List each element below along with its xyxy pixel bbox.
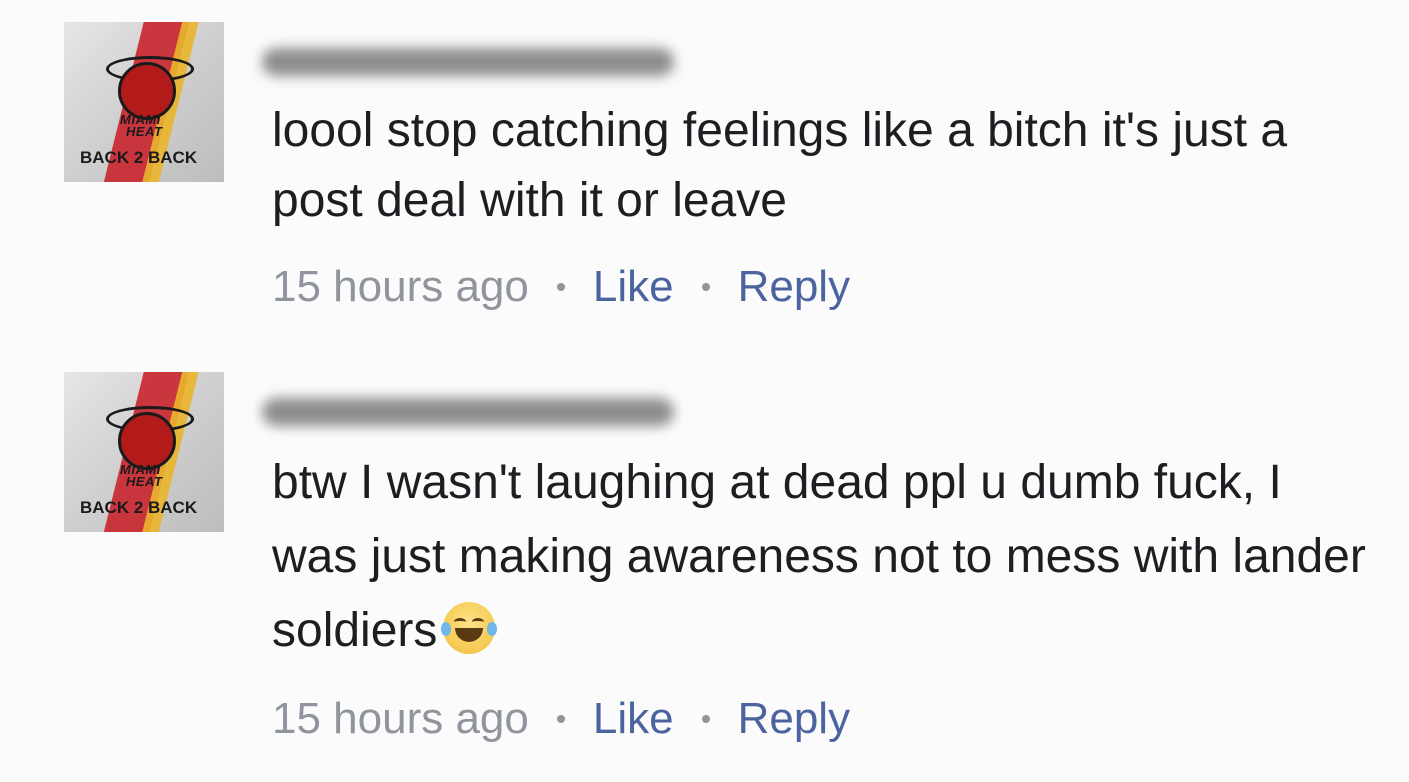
avatar[interactable]: MIAMI HEAT BACK 2 BACK	[64, 372, 224, 532]
comment-text: loool stop catching feelings like a bitc…	[272, 104, 1288, 227]
separator-dot	[556, 715, 565, 723]
comment-meta: 15 hours ago Like Reply	[272, 262, 850, 312]
comment-timestamp[interactable]: 15 hours ago	[272, 694, 529, 744]
author-name-redacted[interactable]	[262, 48, 674, 76]
reply-button[interactable]: Reply	[738, 694, 851, 744]
comment-text: btw I wasn't laughing at dead ppl u dumb…	[272, 446, 1372, 668]
comment-meta: 15 hours ago Like Reply	[272, 694, 850, 744]
avatar-brand-line2: HEAT	[126, 124, 163, 139]
author-name-redacted[interactable]	[262, 398, 674, 426]
avatar-brand-line2: HEAT	[126, 474, 163, 489]
separator-dot	[701, 715, 710, 723]
avatar-brand: MIAMI HEAT	[120, 113, 163, 139]
avatar[interactable]: MIAMI HEAT BACK 2 BACK	[64, 22, 224, 182]
avatar-tag: BACK 2 BACK	[80, 148, 198, 167]
reply-button[interactable]: Reply	[738, 262, 851, 312]
separator-dot	[701, 283, 710, 291]
face-with-tears-of-joy-icon	[441, 602, 498, 654]
avatar-tag: BACK 2 BACK	[80, 498, 198, 517]
separator-dot	[556, 283, 565, 291]
comment-timestamp[interactable]: 15 hours ago	[272, 262, 529, 312]
like-button[interactable]: Like	[593, 694, 674, 744]
comment-text-body: btw I wasn't laughing at dead ppl u dumb…	[272, 456, 1366, 657]
like-button[interactable]: Like	[593, 262, 674, 312]
avatar-brand: MIAMI HEAT	[120, 463, 163, 489]
